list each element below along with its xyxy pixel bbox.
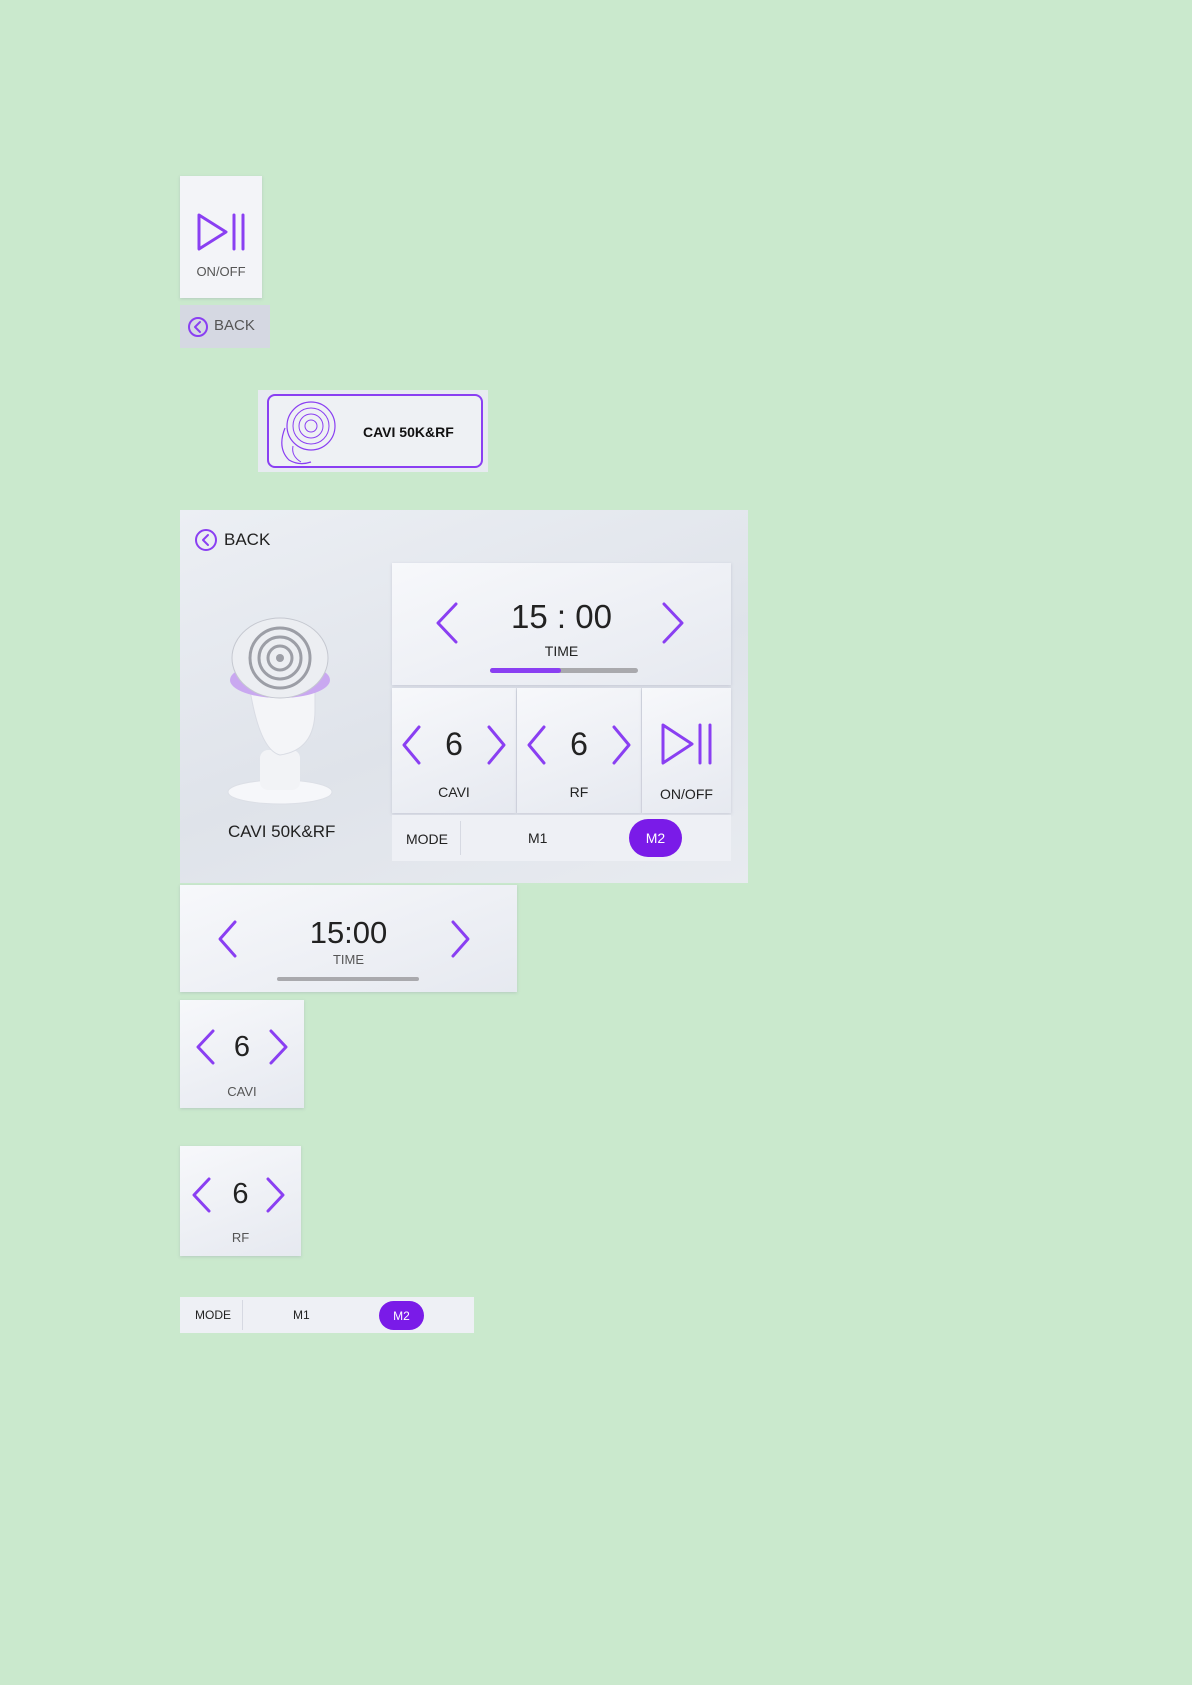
panel-back-button[interactable]: BACK — [194, 526, 284, 554]
time-component: 15:00 TIME — [180, 885, 517, 992]
onoff-label: ON/OFF — [196, 264, 246, 279]
chevron-right-icon[interactable] — [611, 724, 633, 766]
onoff-component[interactable]: ON/OFF — [180, 176, 262, 298]
rf-component: 6 RF — [180, 1146, 301, 1256]
time-progress-track[interactable] — [490, 668, 638, 673]
chevron-right-icon[interactable] — [265, 1176, 287, 1214]
device-head-icon — [281, 401, 336, 465]
mode-option-m2[interactable]: M2 — [629, 819, 682, 857]
back-label: BACK — [214, 317, 255, 334]
chevron-right-icon[interactable] — [450, 919, 472, 959]
mode-label: MODE — [406, 831, 448, 847]
rf-card: 6 RF — [517, 688, 641, 813]
panel-back-label: BACK — [224, 530, 271, 549]
time-progress-fill — [490, 668, 562, 673]
time-card: 15 : 00 TIME — [392, 563, 731, 685]
mode-card-frame[interactable]: CAVI 50K&RF — [258, 390, 488, 472]
mode-component-option-m2[interactable]: M2 — [379, 1301, 424, 1330]
play-pause-icon — [197, 213, 245, 251]
cavi-component: 6 CAVI — [180, 1000, 304, 1108]
control-panel: BACK CAVI 50K&RF 15 : 00 TIME 6 CAVI 6 R… — [180, 510, 748, 883]
mode-component-option-m2-label: M2 — [393, 1308, 410, 1323]
chevron-left-circle-icon — [188, 317, 208, 337]
chevron-right-icon[interactable] — [486, 724, 508, 766]
mode-component: MODE M1 M2 — [180, 1297, 474, 1333]
cavi-component-label: CAVI — [227, 1084, 257, 1099]
onoff-label: ON/OFF — [660, 786, 713, 802]
time-label: TIME — [544, 643, 579, 659]
device-image — [227, 617, 333, 805]
mode-component-option-m1[interactable]: M1 — [293, 1308, 310, 1322]
cavi-card: 6 CAVI — [392, 688, 516, 813]
mode-divider — [460, 821, 461, 855]
chevron-left-circle-icon — [195, 529, 217, 551]
rf-label: RF — [569, 784, 589, 800]
mode-bar: MODE M1 M2 — [392, 815, 731, 861]
chevron-right-icon[interactable] — [660, 601, 686, 645]
chevron-right-icon[interactable] — [268, 1028, 290, 1066]
onoff-card[interactable]: ON/OFF — [642, 688, 731, 813]
mode-component-label: MODE — [195, 1308, 231, 1322]
mode-option-m1[interactable]: M1 — [528, 830, 547, 846]
mode-card-title: CAVI 50K&RF — [363, 424, 454, 440]
time-component-progress-track[interactable] — [277, 977, 419, 981]
mode-card[interactable]: CAVI 50K&RF — [267, 394, 483, 468]
play-pause-icon — [661, 723, 712, 765]
back-button[interactable]: BACK — [180, 305, 270, 348]
device-name: CAVI 50K&RF — [228, 822, 336, 841]
mode-component-divider — [242, 1300, 243, 1330]
rf-component-label: RF — [231, 1230, 250, 1245]
mode-option-m2-label: M2 — [645, 830, 666, 846]
cavi-label: CAVI — [438, 784, 470, 800]
